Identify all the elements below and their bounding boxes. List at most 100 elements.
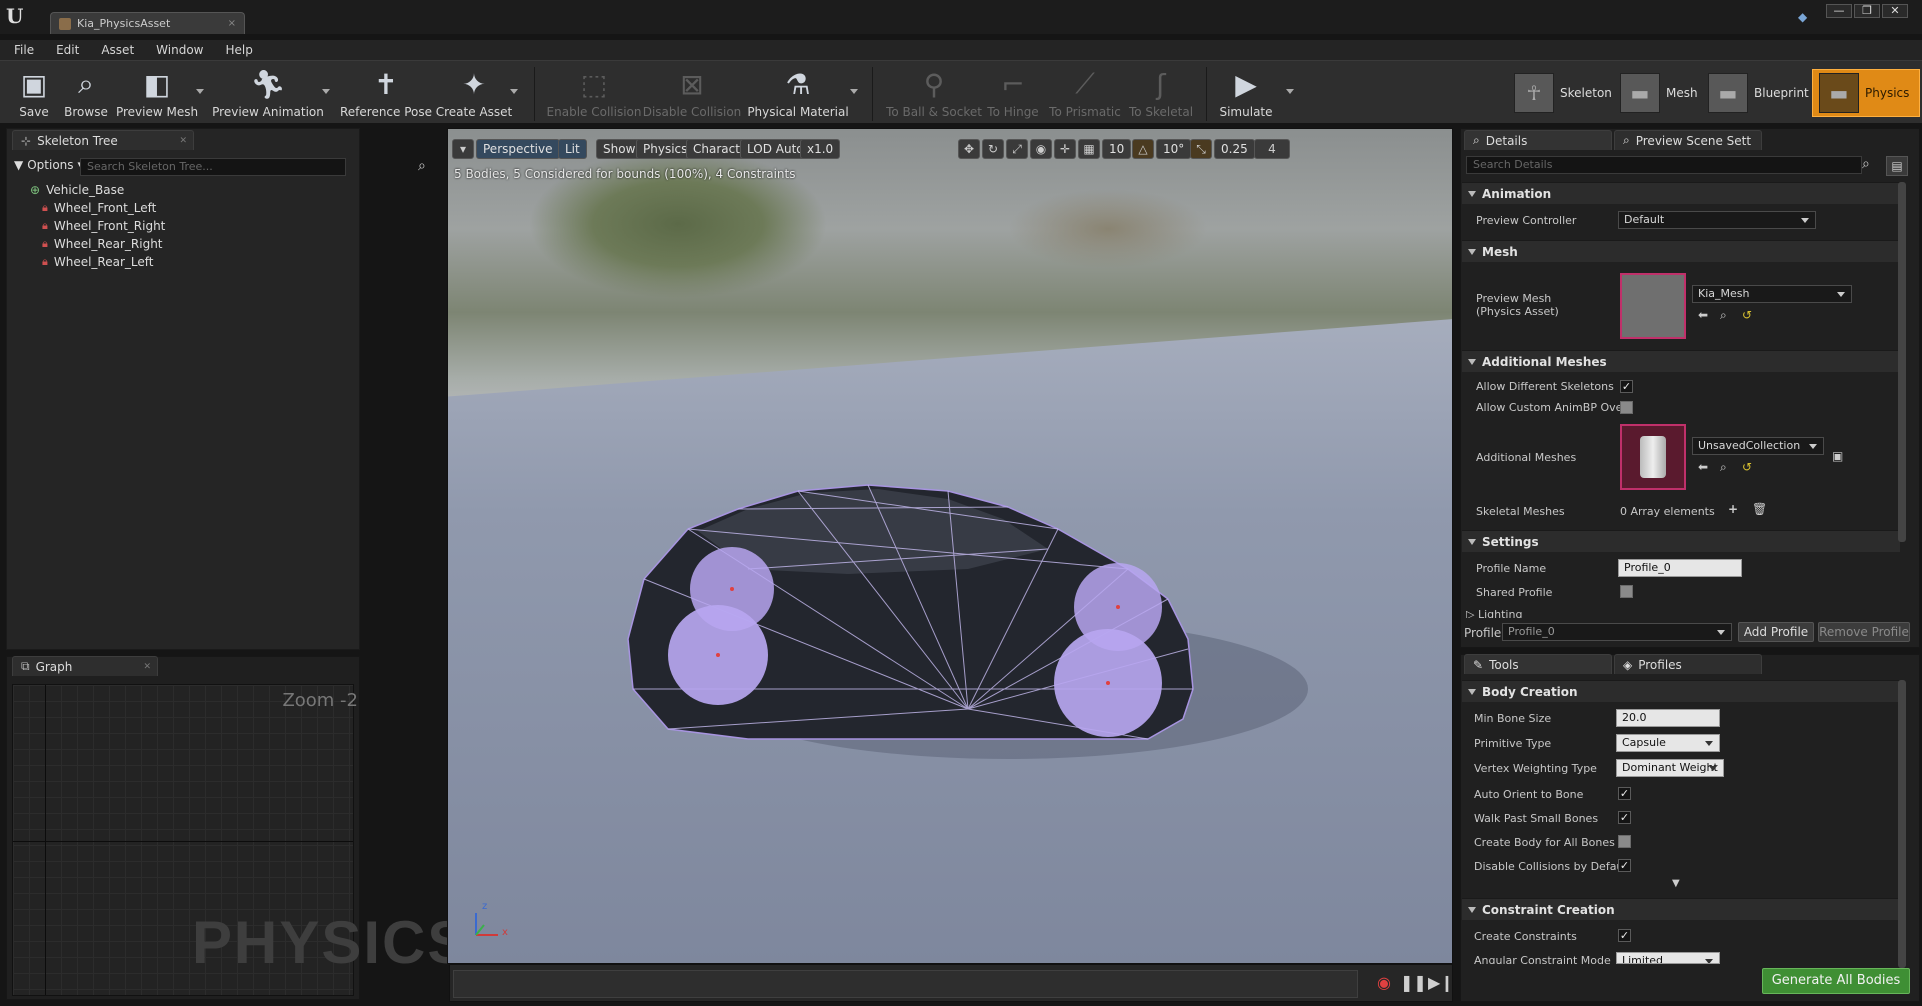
- category-body-creation[interactable]: Body Creation: [1462, 680, 1900, 702]
- car-mesh[interactable]: [448, 129, 1453, 964]
- record-icon[interactable]: ◉: [1374, 973, 1394, 993]
- playback-speed-button[interactable]: x1.0: [800, 139, 841, 159]
- allow-custom-animbp-checkbox[interactable]: [1620, 401, 1633, 414]
- preview-controller-dropdown[interactable]: Default: [1618, 211, 1816, 229]
- tab-close-icon[interactable]: ×: [228, 18, 236, 29]
- timeline-scrubber[interactable]: [453, 970, 1358, 998]
- pause-icon[interactable]: ❚❚: [1400, 973, 1427, 993]
- unreal-logo-icon[interactable]: U: [6, 4, 30, 28]
- browse-button[interactable]: ⌕ Browse: [60, 65, 112, 123]
- menu-asset[interactable]: Asset: [101, 43, 134, 57]
- reset-icon[interactable]: ↺: [1742, 460, 1752, 474]
- to-hinge-button[interactable]: ⌐ To Hinge: [986, 65, 1040, 123]
- step-forward-icon[interactable]: ▶❙: [1428, 973, 1454, 993]
- delete-elements-icon[interactable]: 🗑︎: [1752, 502, 1767, 516]
- preview-mesh-dropdown[interactable]: Kia_Mesh: [1692, 285, 1852, 303]
- reset-icon[interactable]: ↺: [1742, 308, 1752, 322]
- grid-snap-icon[interactable]: ▦: [1078, 139, 1100, 159]
- create-constraints-checkbox[interactable]: ✓: [1618, 929, 1631, 942]
- viewport-options-button[interactable]: ▾: [452, 139, 474, 159]
- to-prismatic-button[interactable]: ⟋ To Prismatic: [1048, 65, 1122, 123]
- remove-profile-button[interactable]: Remove Profile: [1818, 622, 1910, 642]
- tools-scrollbar[interactable]: [1898, 680, 1906, 968]
- profile-name-input[interactable]: Profile_0: [1618, 559, 1742, 577]
- menu-window[interactable]: Window: [156, 43, 203, 57]
- save-button[interactable]: ▣ Save: [10, 65, 58, 123]
- to-ball-socket-button[interactable]: ⚲ To Ball & Socket: [886, 65, 982, 123]
- tab-profiles[interactable]: ◈ Profiles: [1614, 654, 1762, 674]
- lit-button[interactable]: Lit: [558, 139, 587, 159]
- save-collection-icon[interactable]: ▣: [1832, 449, 1843, 463]
- grid-snap-value[interactable]: 10: [1102, 139, 1132, 159]
- add-element-icon[interactable]: +: [1728, 502, 1738, 516]
- physical-material-button[interactable]: ⚗ Physical Material: [747, 65, 848, 123]
- lighting-row[interactable]: ▷ Lighting: [1466, 608, 1522, 618]
- options-dropdown[interactable]: ▼ Options ▾: [14, 158, 82, 172]
- auto-orient-checkbox[interactable]: ✓: [1618, 787, 1631, 800]
- preview-mesh-button[interactable]: ◧ Preview Mesh: [114, 65, 200, 123]
- mode-physics[interactable]: ▬ Physics: [1812, 69, 1920, 117]
- view-options-icon[interactable]: ▤: [1886, 156, 1908, 176]
- reference-pose-button[interactable]: ✝ Reference Pose: [340, 65, 432, 123]
- tab-close-icon[interactable]: ✕: [179, 136, 187, 146]
- surface-snap-icon[interactable]: ✛: [1054, 139, 1076, 159]
- close-button[interactable]: ✕: [1882, 4, 1908, 18]
- browse-magnifier-icon[interactable]: ⌕: [1720, 460, 1727, 475]
- category-mesh[interactable]: Mesh: [1462, 240, 1900, 262]
- tab-preview-scene-settings[interactable]: ⌕ Preview Scene Sett: [1614, 130, 1762, 150]
- show-advanced-chevron-icon[interactable]: ▼: [1672, 878, 1680, 889]
- additional-meshes-dropdown[interactable]: UnsavedCollection: [1692, 437, 1824, 455]
- disable-collision-button[interactable]: ⊠ Disable Collision: [643, 65, 742, 123]
- feedback-icon[interactable]: ◆: [1798, 10, 1814, 26]
- tab-close-icon[interactable]: ✕: [143, 662, 151, 672]
- generate-all-bodies-button[interactable]: Generate All Bodies: [1762, 968, 1910, 994]
- mode-skeleton[interactable]: ☥ Skeleton: [1508, 69, 1618, 117]
- tree-item-root[interactable]: ⊕ Vehicle_Base: [30, 181, 165, 199]
- rotate-icon[interactable]: ↻: [982, 139, 1004, 159]
- preview-mesh-dropdown-icon[interactable]: [196, 89, 204, 94]
- details-search-input[interactable]: Search Details: [1466, 156, 1862, 174]
- rotation-snap-icon[interactable]: △: [1132, 139, 1154, 159]
- viewport[interactable]: z x ▾ Perspective Lit Show Physics Chara…: [447, 128, 1453, 964]
- simulate-button[interactable]: ▶ Simulate: [1218, 65, 1274, 123]
- translate-icon[interactable]: ✥: [958, 139, 980, 159]
- create-body-all-bones-checkbox[interactable]: [1618, 835, 1631, 848]
- simulate-dropdown-icon[interactable]: [1286, 89, 1294, 94]
- mesh-thumbnail[interactable]: [1620, 273, 1686, 339]
- tab-details[interactable]: ⌕ Details: [1464, 130, 1612, 150]
- browse-magnifier-icon[interactable]: ⌕: [1720, 308, 1727, 323]
- enable-collision-button[interactable]: ⬚ Enable Collision: [547, 65, 642, 123]
- category-animation[interactable]: Animation: [1462, 182, 1900, 204]
- preview-animation-dropdown-icon[interactable]: [322, 89, 330, 94]
- minimize-button[interactable]: —: [1826, 4, 1852, 18]
- tab-skeleton-tree[interactable]: ⊹ Skeleton Tree ✕: [12, 130, 194, 150]
- tree-item-bone[interactable]: 🔒︎ Wheel_Rear_Left: [42, 253, 165, 271]
- tree-item-bone[interactable]: 🔒︎ Wheel_Front_Right: [42, 217, 165, 235]
- create-asset-button[interactable]: ✦ Create Asset: [434, 65, 514, 123]
- vertex-weighting-dropdown[interactable]: Dominant Weight: [1616, 759, 1724, 777]
- mode-mesh[interactable]: ▬ Mesh: [1614, 69, 1704, 117]
- shared-profile-checkbox[interactable]: [1620, 585, 1633, 598]
- menu-edit[interactable]: Edit: [56, 43, 79, 57]
- tree-item-bone[interactable]: 🔒︎ Wheel_Rear_Right: [42, 235, 165, 253]
- angular-constraint-mode-dropdown[interactable]: Limited: [1616, 952, 1720, 964]
- use-selected-arrow-icon[interactable]: ⬅: [1698, 460, 1708, 474]
- create-asset-dropdown-icon[interactable]: [510, 89, 518, 94]
- mode-blueprint[interactable]: ▬ Blueprint: [1702, 69, 1815, 117]
- category-additional-meshes[interactable]: Additional Meshes: [1462, 350, 1900, 372]
- to-skeletal-button[interactable]: ʃ To Skeletal: [1128, 65, 1194, 123]
- camera-speed-icon[interactable]: 4: [1254, 139, 1290, 159]
- add-profile-button[interactable]: Add Profile: [1738, 622, 1814, 642]
- use-selected-arrow-icon[interactable]: ⬅: [1698, 308, 1708, 322]
- collection-thumbnail[interactable]: [1620, 424, 1686, 490]
- scale-snap-icon[interactable]: ⤡: [1190, 139, 1212, 159]
- profile-dropdown[interactable]: Profile_0: [1502, 623, 1732, 641]
- disable-collisions-checkbox[interactable]: ✓: [1618, 859, 1631, 872]
- category-settings[interactable]: Settings: [1462, 530, 1900, 552]
- menu-help[interactable]: Help: [225, 43, 252, 57]
- preview-animation-button[interactable]: 🏃︎ Preview Animation: [212, 65, 324, 123]
- maximize-button[interactable]: ❐: [1854, 4, 1880, 18]
- physical-material-dropdown-icon[interactable]: [850, 89, 858, 94]
- primitive-type-dropdown[interactable]: Capsule: [1616, 734, 1720, 752]
- rotation-snap-value[interactable]: 10°: [1156, 139, 1192, 159]
